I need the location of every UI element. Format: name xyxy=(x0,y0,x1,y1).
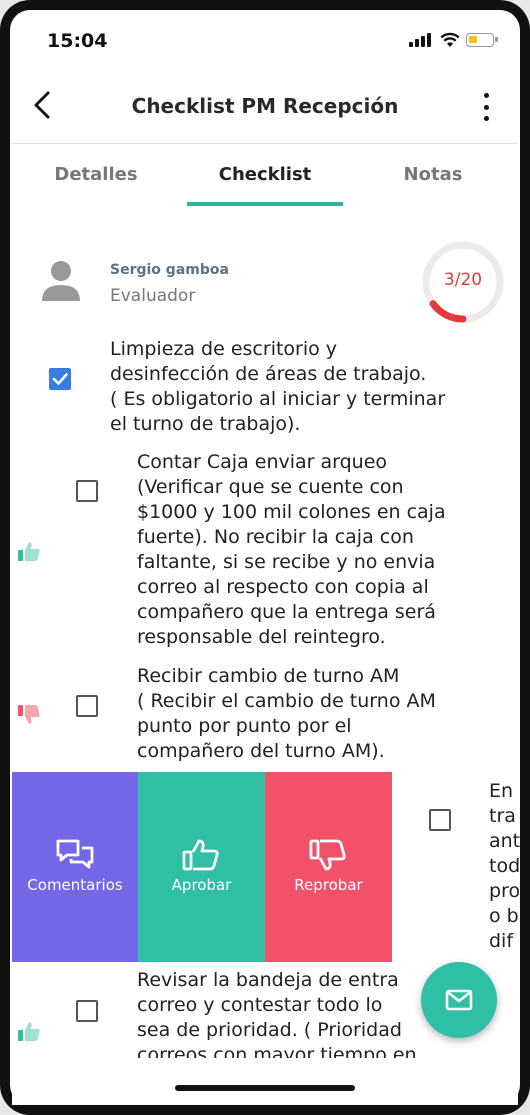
checklist-item-text: Contar Caja enviar arqueo (Verificar que… xyxy=(137,451,446,648)
item-checkbox[interactable] xyxy=(76,480,98,502)
comments-button-label: Comentarios xyxy=(27,876,123,894)
approve-button[interactable]: Aprobar xyxy=(138,772,265,962)
evaluator-name: Sergio gamboa xyxy=(110,262,229,278)
item-checkbox[interactable] xyxy=(76,695,98,717)
approve-button-label: Aprobar xyxy=(171,876,232,894)
status-time: 15:04 xyxy=(47,30,108,52)
reject-button-label: Reprobar xyxy=(294,876,363,894)
progress-label: 3/20 xyxy=(443,270,483,290)
bottom-safe-area xyxy=(12,1058,518,1105)
checklist-item-text: En tra ant tod pro o b dif xyxy=(489,780,521,952)
approved-thumb-icon xyxy=(18,1022,40,1041)
comments-button[interactable]: Comentarios xyxy=(12,772,138,962)
checklist-item-text: Revisar la bandeja de entra correo y con… xyxy=(137,969,417,1066)
home-indicator[interactable] xyxy=(175,1085,355,1091)
item-checkbox[interactable] xyxy=(49,368,71,390)
tab-checklist[interactable]: Checklist xyxy=(185,164,345,185)
wifi-icon xyxy=(440,32,460,47)
battery-icon xyxy=(466,33,498,47)
checklist-item-text: Recibir cambio de turno AM ( Recibir el … xyxy=(137,665,436,762)
checkmark-icon xyxy=(52,373,68,385)
thumbs-down-icon xyxy=(309,839,346,871)
more-options-icon[interactable] xyxy=(476,93,496,121)
tab-detalles[interactable]: Detalles xyxy=(16,164,176,185)
header-divider xyxy=(12,143,518,144)
item-checkbox[interactable] xyxy=(429,809,451,831)
reject-button[interactable]: Reprobar xyxy=(265,772,392,962)
chat-bubbles-icon xyxy=(56,839,94,869)
thumbs-up-icon xyxy=(182,839,219,871)
app-screen: 15:04 Checklist PM Recepción Detalles Ch… xyxy=(0,0,530,1115)
approved-thumb-icon xyxy=(18,542,40,561)
tab-notas[interactable]: Notas xyxy=(353,164,513,185)
rejected-thumb-icon xyxy=(18,705,40,724)
compose-mail-button[interactable] xyxy=(421,962,497,1038)
checklist-item-text: Limpieza de escritorio y desinfección de… xyxy=(110,338,446,435)
cellular-signal-icon xyxy=(409,33,431,47)
page-title: Checklist PM Recepción xyxy=(131,94,399,118)
evaluator-role: Evaluador xyxy=(110,286,196,306)
item-checkbox[interactable] xyxy=(76,1000,98,1022)
mail-icon xyxy=(445,989,473,1011)
active-tab-indicator xyxy=(187,202,343,206)
avatar xyxy=(42,261,80,301)
